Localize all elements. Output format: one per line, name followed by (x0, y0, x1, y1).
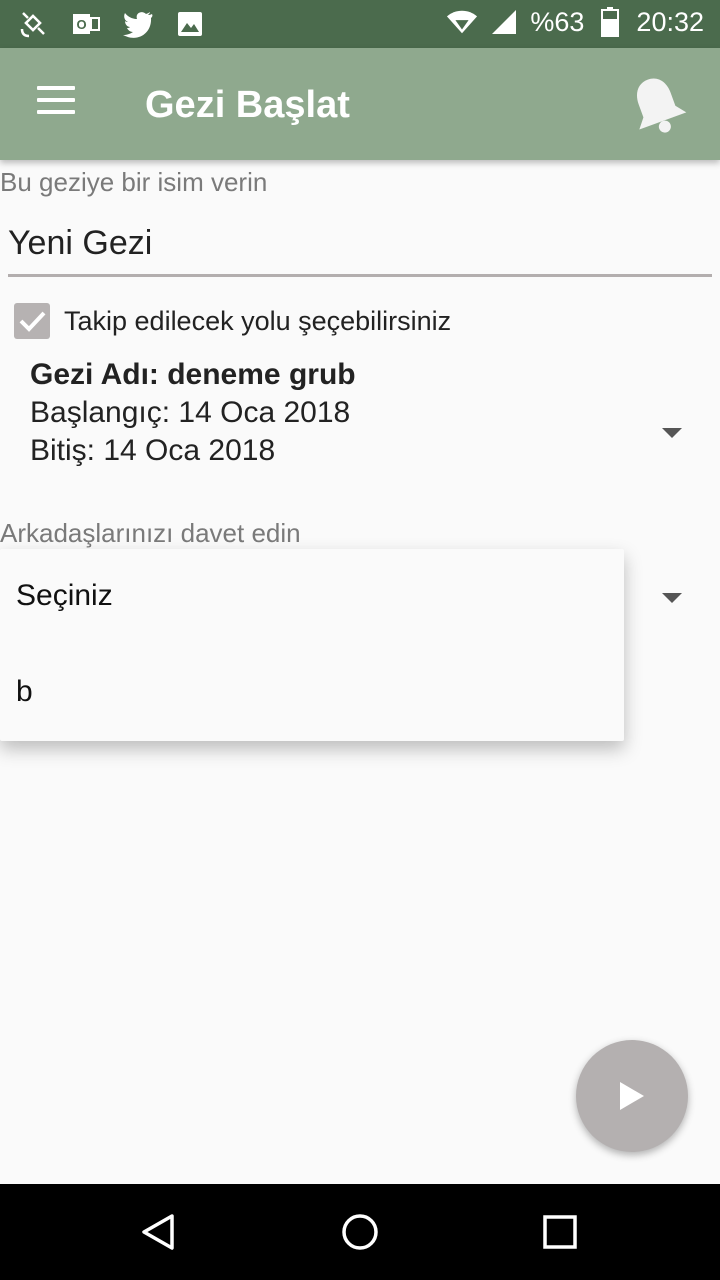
dropdown-option-label: Seçiniz (16, 579, 113, 612)
bell-icon[interactable] (622, 70, 692, 140)
battery-icon (594, 6, 626, 38)
route-checkbox[interactable] (14, 303, 50, 339)
friends-dropdown-arrow-icon[interactable] (662, 593, 682, 603)
signal-icon (488, 6, 520, 38)
route-dropdown-arrow-icon[interactable] (662, 428, 682, 438)
route-spinner[interactable]: Gezi Adı: deneme grub Başlangıç: 14 Oca … (30, 356, 700, 476)
play-icon (620, 1082, 644, 1110)
battery-percentage: %63 (530, 6, 585, 37)
app-bar: Gezi Başlat (0, 48, 720, 160)
home-icon[interactable] (336, 1208, 384, 1256)
start-trip-button[interactable] (576, 1040, 688, 1152)
route-trip-name: Gezi Adı: deneme grub (30, 358, 356, 391)
navigation-bar (0, 1184, 720, 1280)
status-bar: O %63 20:32 (0, 0, 720, 48)
clock: 20:32 (636, 6, 704, 37)
dropdown-option[interactable]: b (0, 645, 624, 741)
trip-name-label: Bu geziye bir isim verin (0, 167, 268, 197)
dropdown-option-label: b (16, 675, 33, 708)
back-icon[interactable] (136, 1208, 184, 1256)
trip-name-input[interactable] (8, 212, 712, 277)
svg-text:O: O (76, 17, 86, 32)
friends-dropdown-popup: Seçiniz b (0, 549, 624, 741)
hamburger-menu-icon[interactable] (28, 86, 84, 126)
route-checkbox-label: Takip edilecek yolu şeçebilirsiniz (64, 306, 452, 336)
recents-icon[interactable] (536, 1208, 584, 1256)
image-icon (174, 8, 206, 40)
twitter-icon (122, 8, 154, 40)
outlook-icon: O (70, 8, 102, 40)
page-title: Gezi Başlat (145, 84, 350, 126)
friends-label: Arkadaşlarınızı davet edin (0, 518, 301, 548)
route-start-date: Başlangıç: 14 Oca 2018 (30, 396, 351, 429)
satellite-icon (18, 8, 50, 40)
wifi-icon (446, 6, 478, 38)
dropdown-option[interactable]: Seçiniz (0, 549, 624, 645)
route-end-date: Bitiş: 14 Oca 2018 (30, 434, 276, 467)
